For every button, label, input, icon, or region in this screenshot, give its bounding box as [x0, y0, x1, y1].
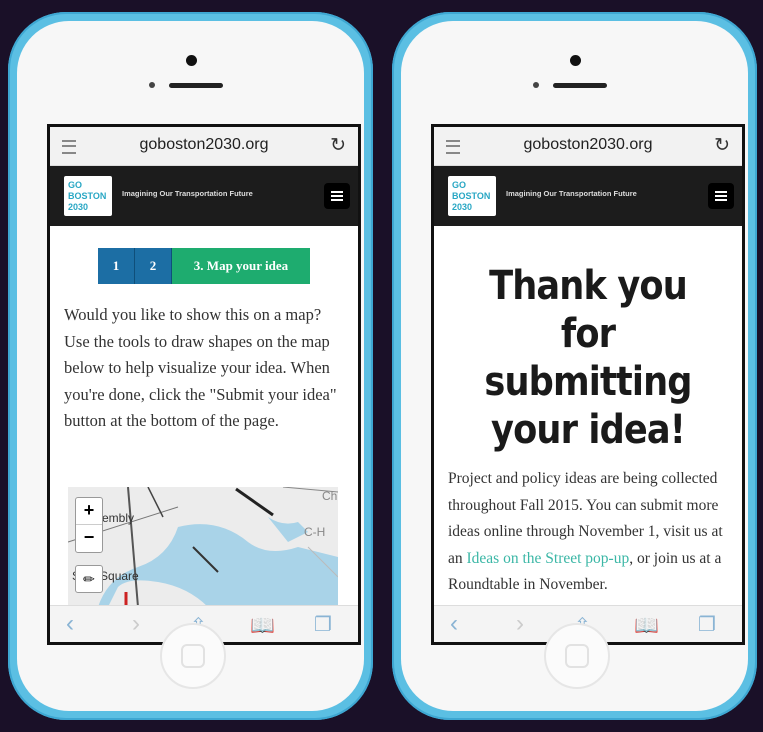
logo-line: GO [68, 180, 83, 190]
sensor [532, 82, 539, 88]
camera [569, 55, 581, 66]
zoom-control: + − [75, 497, 103, 553]
reload-icon[interactable]: ↻ [714, 134, 730, 157]
forward-icon[interactable]: › [132, 610, 140, 638]
ideas-on-street-link[interactable]: Ideas on the Street pop-up [467, 550, 630, 567]
forward-icon[interactable]: › [516, 610, 524, 638]
phone-left: goboston2030.org ↻ GO BOSTON 2030 Imagin… [8, 12, 373, 720]
bookmarks-icon[interactable]: 📖 [634, 613, 659, 638]
logo-line: BOSTON [68, 191, 107, 201]
step-3-current[interactable]: 3. Map your idea [172, 248, 310, 284]
map-tiles [68, 487, 338, 607]
map-label: Ch [322, 489, 338, 503]
bookmarks-icon[interactable]: 📖 [250, 613, 275, 638]
sensor [148, 82, 155, 88]
browser-url-bar[interactable]: goboston2030.org ↻ [434, 127, 742, 166]
site-header: GO BOSTON 2030 Imagining Our Transportat… [434, 166, 742, 226]
speaker [168, 83, 223, 88]
url-text[interactable]: goboston2030.org [434, 136, 742, 154]
zoom-in-button[interactable]: + [76, 498, 102, 525]
page-content: 1 2 3. Map your idea Would you like to s… [50, 248, 358, 435]
site-logo[interactable]: GO BOSTON 2030 [448, 176, 496, 216]
back-icon[interactable]: ‹ [66, 610, 74, 638]
page-title: Thank you for submitting your idea! [484, 263, 692, 453]
logo-line: 2030 [68, 202, 89, 212]
tabs-icon[interactable]: ❐ [698, 612, 716, 637]
url-text[interactable]: goboston2030.org [50, 136, 358, 154]
hamburger-icon[interactable] [324, 183, 350, 209]
logo-line: 2030 [452, 202, 473, 212]
site-header: GO BOSTON 2030 Imagining Our Transportat… [50, 166, 358, 226]
back-icon[interactable]: ‹ [450, 610, 458, 638]
screen: goboston2030.org ↻ GO BOSTON 2030 Imagin… [47, 124, 361, 645]
step-2[interactable]: 2 [135, 248, 172, 284]
map-label: C-H [304, 525, 326, 539]
camera [185, 55, 197, 66]
step-1[interactable]: 1 [98, 248, 135, 284]
phone-face: goboston2030.org ↻ GO BOSTON 2030 Imagin… [401, 21, 748, 711]
pencil-icon[interactable]: ✏ [75, 565, 103, 593]
phone-right: goboston2030.org ↻ GO BOSTON 2030 Imagin… [392, 12, 757, 720]
map-instructions: Would you like to show this on a map? Us… [64, 305, 337, 430]
hamburger-icon[interactable] [708, 183, 734, 209]
phone-face: goboston2030.org ↻ GO BOSTON 2030 Imagin… [17, 21, 364, 711]
tabs-icon[interactable]: ❐ [314, 612, 332, 637]
speaker [552, 83, 607, 88]
page-content: Thank you for submitting your idea! Proj… [434, 262, 742, 599]
logo-line: GO [452, 180, 467, 190]
browser-url-bar[interactable]: goboston2030.org ↻ [50, 127, 358, 166]
reload-icon[interactable]: ↻ [330, 134, 346, 157]
home-button[interactable] [159, 623, 226, 689]
site-tagline: Imagining Our Transportation Future [122, 189, 253, 198]
logo-line: BOSTON [452, 191, 491, 201]
site-logo[interactable]: GO BOSTON 2030 [64, 176, 112, 216]
step-indicator: 1 2 3. Map your idea [98, 248, 344, 284]
home-button[interactable] [543, 623, 610, 689]
confirmation-text: Project and policy ideas are being colle… [448, 466, 728, 599]
zoom-out-button[interactable]: − [76, 525, 102, 551]
map-label: embly [102, 511, 135, 525]
site-tagline: Imagining Our Transportation Future [506, 189, 637, 198]
idea-map[interactable]: embly Sq n Square C-H Ch + − ✏ [68, 487, 338, 607]
screen: goboston2030.org ↻ GO BOSTON 2030 Imagin… [431, 124, 745, 645]
